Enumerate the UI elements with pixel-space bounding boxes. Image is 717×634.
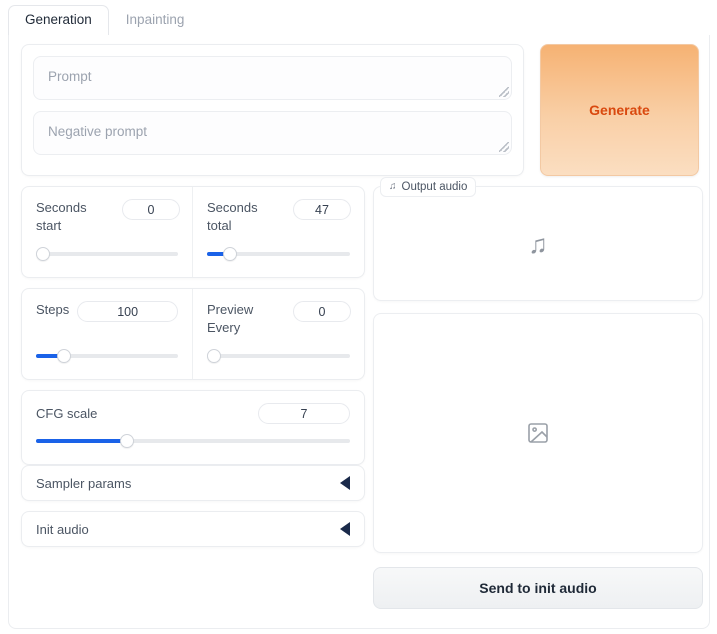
cfg-scale-label: CFG scale xyxy=(36,405,98,421)
slider-knob[interactable] xyxy=(36,247,50,261)
seconds-card: Seconds start 0 Seconds total 47 xyxy=(21,186,365,278)
triangle-left-icon[interactable] xyxy=(340,476,350,490)
slider-track xyxy=(207,354,350,358)
seconds-start-input[interactable]: 0 xyxy=(122,199,180,220)
seconds-total-label: Seconds total xyxy=(207,200,258,233)
slider-knob[interactable] xyxy=(57,349,72,363)
slider-fill xyxy=(36,439,128,443)
seconds-total-input[interactable]: 47 xyxy=(293,199,351,220)
slider-track xyxy=(36,252,178,256)
tab-inpainting[interactable]: Inpainting xyxy=(109,5,202,35)
accordion-init-audio[interactable]: Init audio xyxy=(21,511,365,547)
preview-every-slider[interactable] xyxy=(207,349,350,363)
left-controls-column: Seconds start 0 Seconds total 47 Steps 1… xyxy=(21,186,365,557)
slider-knob[interactable] xyxy=(120,434,135,448)
preview-every-label: Preview Every xyxy=(207,302,254,335)
steps-card: Steps 100 Preview Every 0 xyxy=(21,288,365,380)
accordion-init-audio-label: Init audio xyxy=(36,521,89,537)
accordion-sampler-params-label: Sampler params xyxy=(36,475,132,491)
negative-prompt-input[interactable] xyxy=(33,111,512,155)
right-output-column: ♫ Output audio ♫ Send to init audio xyxy=(373,177,703,609)
steps-control: Steps 100 xyxy=(22,289,193,379)
output-audio-label: ♫ Output audio xyxy=(380,177,477,197)
generate-button[interactable]: Generate xyxy=(539,44,699,176)
seconds-total-slider[interactable] xyxy=(207,247,350,261)
slider-knob[interactable] xyxy=(222,247,237,261)
main-panel: Generate Seconds start 0 xyxy=(8,35,710,629)
seconds-total-control: Seconds total 47 xyxy=(193,187,364,277)
cfg-scale-input[interactable]: 7 xyxy=(258,403,350,424)
output-audio-label-text: Output audio xyxy=(401,181,468,193)
image-placeholder-icon xyxy=(528,423,548,443)
prompt-field-wrap xyxy=(33,56,512,100)
seconds-start-label: Seconds start xyxy=(36,200,87,233)
output-image-panel xyxy=(373,313,703,553)
music-note-icon: ♫ xyxy=(528,228,548,259)
send-to-init-audio-button[interactable]: Send to init audio xyxy=(373,567,703,609)
cfg-scale-card: CFG scale 7 xyxy=(21,390,365,465)
seconds-start-control: Seconds start 0 xyxy=(22,187,193,277)
prompt-input[interactable] xyxy=(33,56,512,100)
triangle-left-icon[interactable] xyxy=(340,522,350,536)
cfg-scale-slider[interactable] xyxy=(36,434,350,448)
prompt-row: Generate xyxy=(21,44,699,176)
prompt-card xyxy=(21,44,524,176)
accordion-sampler-params[interactable]: Sampler params xyxy=(21,465,365,501)
negative-prompt-field-wrap xyxy=(33,111,512,155)
seconds-start-slider[interactable] xyxy=(36,247,178,261)
steps-input[interactable]: 100 xyxy=(77,301,178,322)
steps-slider[interactable] xyxy=(36,349,178,363)
preview-every-control: Preview Every 0 xyxy=(193,289,364,379)
steps-label: Steps xyxy=(36,302,70,317)
slider-knob[interactable] xyxy=(207,349,221,363)
tab-bar: Generation Inpainting xyxy=(8,5,710,36)
output-audio-panel: ♫ Output audio ♫ xyxy=(373,177,703,301)
tab-generation[interactable]: Generation xyxy=(8,5,109,36)
preview-every-input[interactable]: 0 xyxy=(293,301,351,322)
music-note-icon: ♫ xyxy=(389,181,397,192)
